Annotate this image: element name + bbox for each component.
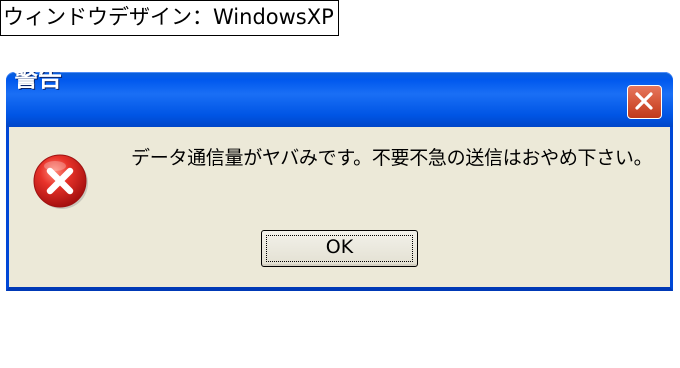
ok-button-label: OK bbox=[325, 236, 354, 258]
warning-dialog: 警告 データ通信量がヤバみです。不要不急の送信はおやめ下さい。 OK bbox=[6, 72, 673, 291]
error-icon bbox=[33, 154, 88, 209]
dialog-titlebar[interactable]: 警告 bbox=[6, 72, 673, 127]
close-button[interactable] bbox=[627, 85, 662, 119]
close-icon bbox=[635, 92, 653, 110]
page-caption: ウィンドウデザイン：WindowsXP bbox=[0, 0, 339, 36]
dialog-body: データ通信量がヤバみです。不要不急の送信はおやめ下さい。 OK bbox=[6, 127, 673, 291]
dialog-title: 警告 bbox=[14, 72, 62, 92]
dialog-message: データ通信量がヤバみです。不要不急の送信はおやめ下さい。 bbox=[131, 147, 653, 169]
ok-button[interactable]: OK bbox=[261, 230, 418, 267]
